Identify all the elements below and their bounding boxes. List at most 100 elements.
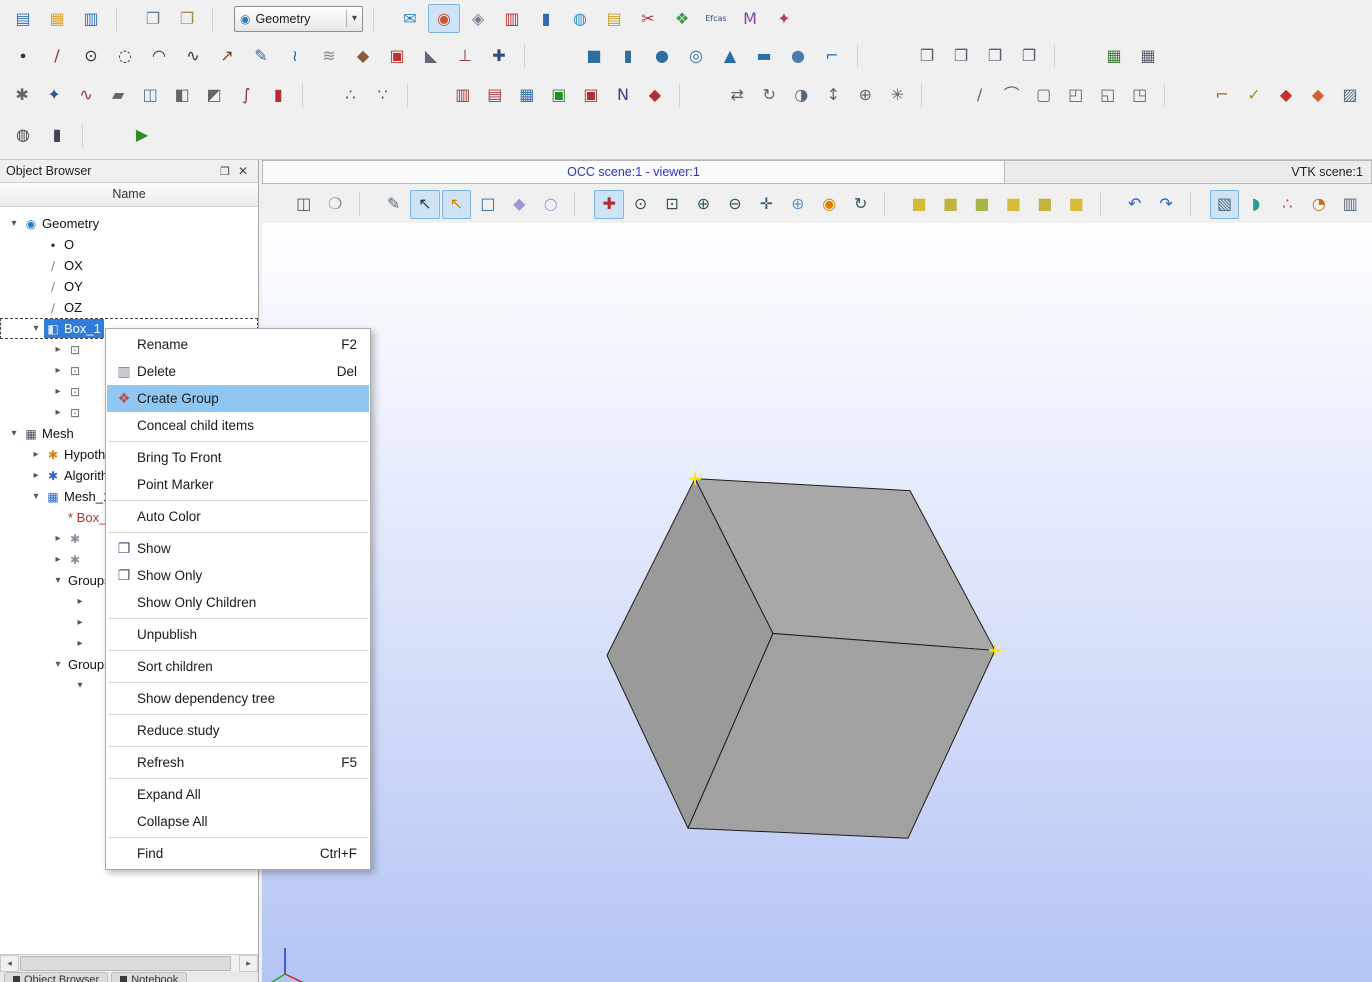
scrollbar-thumb[interactable] xyxy=(20,956,231,971)
curve-tool-button[interactable]: ∫ xyxy=(231,81,261,110)
chevron-down-icon[interactable]: ▾ xyxy=(6,218,22,229)
left-view-button[interactable]: ■ xyxy=(1030,190,1059,219)
tree-item-oy[interactable]: ∕OY xyxy=(0,276,258,297)
multicolor-bars-button[interactable]: ▥ xyxy=(496,4,528,33)
menu-item-expand-all[interactable]: Expand All xyxy=(107,781,369,808)
butterfly-button[interactable]: M xyxy=(734,4,766,33)
eficas-button[interactable]: Efcas xyxy=(700,4,732,33)
image-import-button[interactable]: ▦ xyxy=(1098,42,1130,71)
local-cs-button[interactable]: ⊥ xyxy=(449,42,481,71)
float-panel-icon[interactable] xyxy=(216,165,234,178)
menu-item-show[interactable]: ❐Show xyxy=(107,535,369,562)
scalar-bar-button[interactable]: ∴ xyxy=(1273,190,1302,219)
tree-item-geometry[interactable]: ▾◉Geometry xyxy=(0,213,258,234)
menu-item-collapse-all[interactable]: Collapse All xyxy=(107,808,369,835)
chevron-down-icon[interactable]: ▾ xyxy=(50,659,66,670)
build-compound-button[interactable]: ◩ xyxy=(199,81,229,110)
close-panel-icon[interactable] xyxy=(234,164,252,178)
chevron-right-icon[interactable]: ▸ xyxy=(72,617,88,628)
suppress-faces-button[interactable]: ◳ xyxy=(1125,81,1155,110)
isolines-button[interactable]: ≋ xyxy=(313,42,345,71)
notebook-button[interactable]: ▤ xyxy=(598,4,630,33)
vtk-viewer-caption[interactable]: VTK scene:1 xyxy=(1005,160,1372,184)
fillet-1d-button[interactable]: ∕ xyxy=(965,81,995,110)
select-cursor-button[interactable]: ↖ xyxy=(410,190,439,219)
top-view-button[interactable]: ■ xyxy=(967,190,996,219)
ellipse-button[interactable]: ◌ xyxy=(109,42,141,71)
chevron-down-icon[interactable]: ▾ xyxy=(28,491,44,502)
mirror-button[interactable]: ◑ xyxy=(786,81,816,110)
scrollbar-track[interactable] xyxy=(19,955,239,972)
bottom-tab-object-browser[interactable]: Object Browser xyxy=(4,972,108,982)
trihedron-button[interactable]: ✚ xyxy=(594,190,623,219)
chevron-right-icon[interactable]: ▸ xyxy=(50,554,66,565)
cube-object[interactable] xyxy=(607,473,1001,839)
run-arrow-button[interactable]: ▶ xyxy=(126,121,158,150)
chevron-right-icon[interactable]: ▸ xyxy=(50,533,66,544)
point-button[interactable]: ∙ xyxy=(7,42,39,71)
shape-processing-button[interactable]: ◱ xyxy=(1093,81,1123,110)
scissors-button[interactable]: ✂ xyxy=(632,4,664,33)
position-button[interactable]: ⊕ xyxy=(850,81,880,110)
section-button[interactable]: ❐ xyxy=(1013,42,1045,71)
disk-button[interactable]: ● xyxy=(782,42,814,71)
chevron-right-icon[interactable]: ▸ xyxy=(28,470,44,481)
check-shape-button[interactable]: ✓ xyxy=(1239,81,1269,110)
tree-item-ox[interactable]: ∕OX xyxy=(0,255,258,276)
build-face-button[interactable]: ▰ xyxy=(103,81,133,110)
dump-view-button[interactable]: ◫ xyxy=(289,190,318,219)
rotate-view-button[interactable]: ↻ xyxy=(846,190,875,219)
offset-button[interactable]: ◆ xyxy=(640,81,670,110)
chevron-down-icon[interactable]: ▾ xyxy=(72,680,88,691)
fillet-2d-button[interactable]: ⌒ xyxy=(997,81,1027,110)
box-primitive-button[interactable]: ■ xyxy=(578,42,610,71)
tools-button[interactable]: ✦ xyxy=(768,4,800,33)
mail-button[interactable]: ✉ xyxy=(394,4,426,33)
tree-item-o[interactable]: ∙O xyxy=(0,234,258,255)
line-button[interactable]: ∕ xyxy=(41,42,73,71)
wireframe-button[interactable]: ◍ xyxy=(7,121,39,150)
revolution-button[interactable]: ▤ xyxy=(480,81,510,110)
common-button[interactable]: ❐ xyxy=(945,42,977,71)
shading-button[interactable]: ▮ xyxy=(41,121,73,150)
chart-button[interactable]: ▮ xyxy=(530,4,562,33)
copy-button[interactable]: ❐ xyxy=(137,4,169,33)
cone-display-button[interactable]: ◗ xyxy=(1241,190,1270,219)
circle-select-button[interactable]: ○ xyxy=(536,190,565,219)
tree-column-header-name[interactable]: Name xyxy=(0,183,258,207)
module-selector[interactable]: ◉Geometry▾ xyxy=(234,6,363,32)
cone-button[interactable]: ▲ xyxy=(714,42,746,71)
scale-button[interactable]: ↕ xyxy=(818,81,848,110)
reset-view-button[interactable]: ↶ xyxy=(1120,190,1149,219)
bottom-tab-notebook[interactable]: Notebook xyxy=(111,972,187,982)
detect-interference-button[interactable]: ∵ xyxy=(368,81,398,110)
chevron-down-icon[interactable]: ▾ xyxy=(50,575,66,586)
chevron-right-icon[interactable]: ▸ xyxy=(50,365,66,376)
arc-button[interactable]: ◠ xyxy=(143,42,175,71)
menu-item-auto-color[interactable]: Auto Color xyxy=(107,503,369,530)
menu-item-refresh[interactable]: RefreshF5 xyxy=(107,749,369,776)
sketch-button[interactable]: ✎ xyxy=(245,42,277,71)
build-edge-button[interactable]: ✦ xyxy=(39,81,69,110)
curve-button[interactable]: ∿ xyxy=(177,42,209,71)
menu-item-rename[interactable]: RenameF2 xyxy=(107,331,369,358)
vector-button[interactable]: ↗ xyxy=(211,42,243,71)
presentation-box-button[interactable]: ▧ xyxy=(1210,190,1239,219)
red-cylinder-button[interactable]: ▮ xyxy=(263,81,293,110)
occ-viewer-caption[interactable]: OCC scene:1 - viewer:1 xyxy=(262,160,1005,184)
cylinder-button[interactable]: ▮ xyxy=(612,42,644,71)
open-folder-button[interactable]: ▦ xyxy=(41,4,73,33)
fuse-collection-button[interactable]: ∴ xyxy=(335,81,365,110)
rect-select-button[interactable]: □ xyxy=(473,190,502,219)
build-shell-button[interactable]: ◫ xyxy=(135,81,165,110)
path-button[interactable]: ▣ xyxy=(576,81,606,110)
chevron-right-icon[interactable]: ▸ xyxy=(50,386,66,397)
menu-item-conceal-child-items[interactable]: Conceal child items xyxy=(107,412,369,439)
circle-button[interactable]: ⊙ xyxy=(75,42,107,71)
fuse-button[interactable]: ❐ xyxy=(911,42,943,71)
back-view-button[interactable]: ■ xyxy=(936,190,965,219)
rotation-point-button[interactable]: ◉ xyxy=(815,190,844,219)
plane-button[interactable]: ◣ xyxy=(415,42,447,71)
measure-button[interactable]: ⌐ xyxy=(1207,81,1237,110)
fillet-button[interactable]: ▢ xyxy=(1029,81,1059,110)
